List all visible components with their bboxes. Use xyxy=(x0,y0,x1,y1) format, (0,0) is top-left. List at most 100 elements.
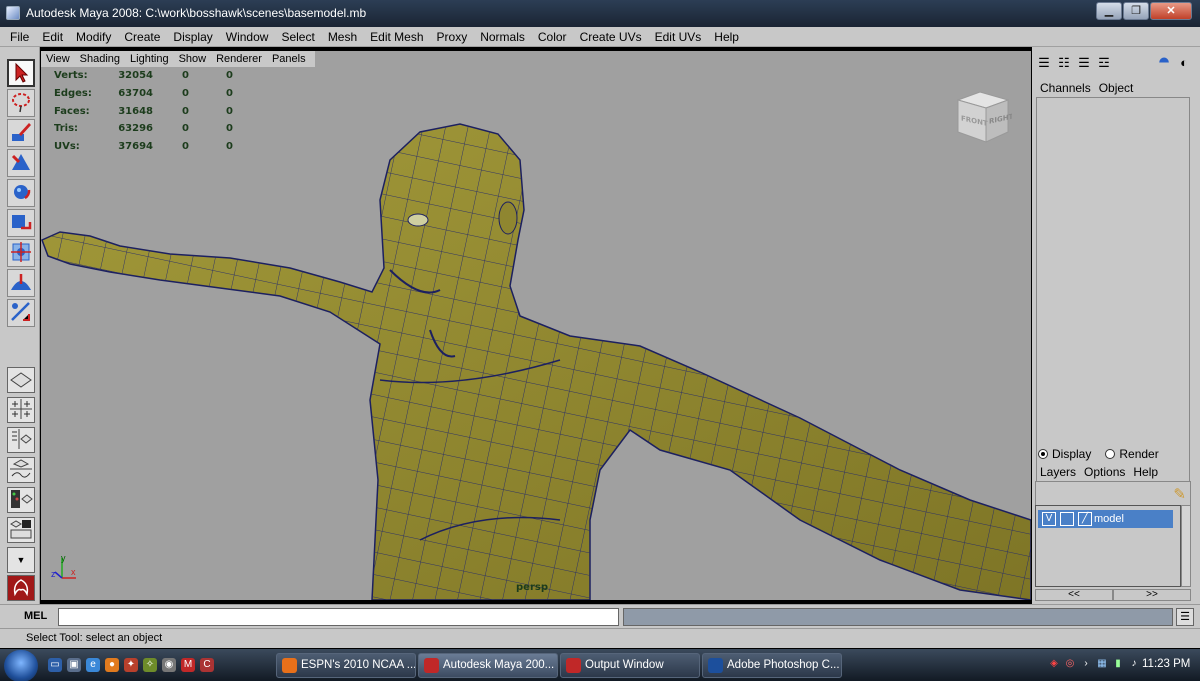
firefox-quicklaunch-icon[interactable]: ● xyxy=(105,658,119,672)
soft-modification-tool-icon[interactable] xyxy=(7,269,35,297)
show-manipulator-icon[interactable] xyxy=(7,299,35,327)
menu-window[interactable]: Window xyxy=(220,30,276,44)
command-input[interactable] xyxy=(58,608,619,626)
show-desktop-icon[interactable]: ▭ xyxy=(48,658,62,672)
channel-box-layout-icon[interactable]: ☰ xyxy=(1036,55,1052,71)
layer-list-scrollbar[interactable] xyxy=(1181,505,1191,587)
scroll-right-button[interactable]: >> xyxy=(1113,589,1191,601)
hypershade-layout-icon[interactable] xyxy=(7,487,35,513)
axis-z-label: z xyxy=(51,569,56,579)
layer-type-toggle[interactable] xyxy=(1060,512,1074,526)
toolbox: ▼ xyxy=(0,47,40,604)
maximize-button[interactable]: ❐ xyxy=(1123,2,1149,20)
menu-modify[interactable]: Modify xyxy=(70,30,118,44)
universal-manipulator-icon[interactable] xyxy=(7,239,35,267)
menu-help[interactable]: Help xyxy=(708,30,746,44)
menu-edit-uvs[interactable]: Edit UVs xyxy=(649,30,709,44)
panel-menu-view[interactable]: View xyxy=(41,51,75,67)
render-icon[interactable]: ◐ xyxy=(1176,55,1192,71)
menu-proxy[interactable]: Proxy xyxy=(431,30,475,44)
switch-windows-icon[interactable]: ▣ xyxy=(67,658,81,672)
panel-menu-show[interactable]: Show xyxy=(174,51,212,67)
tool-settings-layout-icon[interactable]: ☰ xyxy=(1076,55,1092,71)
panel-menu-lighting[interactable]: Lighting xyxy=(125,51,174,67)
minimize-button[interactable]: ▁ xyxy=(1096,2,1122,20)
task-photoshop[interactable]: Adobe Photoshop C... xyxy=(702,653,842,678)
close-button[interactable]: ✕ xyxy=(1150,2,1192,20)
menu-file[interactable]: File xyxy=(4,30,36,44)
help-line-bar: Select Tool: select an object xyxy=(0,628,1200,648)
disc-icon[interactable]: ◉ xyxy=(162,658,176,672)
tray-status-icon[interactable]: ▮ xyxy=(1112,657,1124,671)
lasso-tool-icon[interactable] xyxy=(7,89,35,117)
ccleaner-icon[interactable]: C xyxy=(200,658,214,672)
quick-launch: ▭ ▣ e ● ✦ ✧ ◉ M C xyxy=(48,658,214,672)
panel-menu-renderer[interactable]: Renderer xyxy=(211,51,267,67)
scale-tool-icon[interactable] xyxy=(7,209,35,237)
taskbar-clock[interactable]: 11:23 PM xyxy=(1142,658,1190,670)
menu-mesh[interactable]: Mesh xyxy=(322,30,364,44)
window-title: Autodesk Maya 2008: C:\work\bosshawk\sce… xyxy=(26,6,367,20)
maya-quicklaunch-icon[interactable]: M xyxy=(181,658,195,672)
network-icon[interactable]: ▦ xyxy=(1096,657,1108,671)
tool-arrow-icon[interactable]: ➚ xyxy=(1196,55,1200,71)
task-firefox[interactable]: ESPN's 2010 NCAA ... xyxy=(276,653,416,678)
menu-create-uvs[interactable]: Create UVs xyxy=(574,30,649,44)
render-radio[interactable]: Render xyxy=(1105,447,1159,461)
layer-mode-selector: Display Render xyxy=(1038,447,1159,461)
viewcube-icon[interactable]: FRONT RIGHT xyxy=(950,86,1013,151)
channel-box-area[interactable] xyxy=(1036,97,1190,483)
layer-editor-layout-icon[interactable]: ☲ xyxy=(1096,55,1112,71)
panel-menu-panels[interactable]: Panels xyxy=(267,51,311,67)
task-maya[interactable]: Autodesk Maya 200... xyxy=(418,653,558,678)
volume-icon[interactable]: ♪ xyxy=(1128,657,1140,671)
menu-edit[interactable]: Edit xyxy=(36,30,70,44)
layer-menu-layers[interactable]: Layers xyxy=(1040,465,1076,479)
tray-arrow-icon[interactable]: › xyxy=(1080,657,1092,671)
channel-box-layer-editor: ☰ ☷ ☰ ☲ ⯊ ◐ ➚ Channels Object Display Re… xyxy=(1032,47,1200,604)
menu-color[interactable]: Color xyxy=(532,30,574,44)
main-menu-bar: File Edit Modify Create Display Window S… xyxy=(0,27,1200,47)
tray-app-icon[interactable]: ◎ xyxy=(1064,657,1076,671)
rotate-tool-icon[interactable] xyxy=(7,179,35,207)
windows-taskbar: ▭ ▣ e ● ✦ ✧ ◉ M C ESPN's 2010 NCAA ... A… xyxy=(0,649,1200,681)
four-pane-layout-icon[interactable] xyxy=(7,397,35,423)
new-layer-icon[interactable]: ✎ xyxy=(1173,485,1186,503)
antivirus-tray-icon[interactable]: ◈ xyxy=(1048,657,1060,671)
menu-display[interactable]: Display xyxy=(167,30,219,44)
menu-select[interactable]: Select xyxy=(275,30,321,44)
layer-row-model[interactable]: V ╱ model xyxy=(1038,510,1173,528)
persp-outliner-layout-icon[interactable] xyxy=(7,517,35,543)
task-output-window[interactable]: Output Window xyxy=(560,653,700,678)
display-radio[interactable]: Display xyxy=(1038,447,1091,461)
tab-object[interactable]: Object xyxy=(1099,81,1134,95)
menu-edit-mesh[interactable]: Edit Mesh xyxy=(364,30,430,44)
snap-icon[interactable]: ⯊ xyxy=(1156,55,1172,71)
media-icon[interactable]: ✦ xyxy=(124,658,138,672)
panel-menu-shading[interactable]: Shading xyxy=(75,51,125,67)
internet-explorer-icon[interactable]: e xyxy=(86,658,100,672)
scroll-left-button[interactable]: << xyxy=(1035,589,1113,601)
outliner-persp-layout-icon[interactable] xyxy=(7,427,35,453)
menu-normals[interactable]: Normals xyxy=(474,30,532,44)
tab-channels[interactable]: Channels xyxy=(1040,81,1091,95)
menu-create[interactable]: Create xyxy=(118,30,167,44)
mel-label[interactable]: MEL xyxy=(24,610,47,622)
start-button-icon[interactable] xyxy=(4,650,38,681)
hud-row-edges: Edges: 63704 0 0 xyxy=(54,88,233,100)
layout-options-dropdown-icon[interactable]: ▼ xyxy=(7,547,35,573)
layer-visibility-toggle[interactable]: V xyxy=(1042,512,1056,526)
single-pane-layout-icon[interactable] xyxy=(7,367,35,393)
select-tool-icon[interactable] xyxy=(7,59,35,87)
attribute-editor-layout-icon[interactable]: ☷ xyxy=(1056,55,1072,71)
persp-graph-layout-icon[interactable] xyxy=(7,457,35,483)
move-tool-icon[interactable] xyxy=(7,149,35,177)
layer-color-swatch[interactable]: ╱ xyxy=(1078,512,1092,526)
hud-row-tris: Tris: 63296 0 0 xyxy=(54,123,233,135)
script-editor-icon[interactable]: ☰ xyxy=(1176,608,1194,626)
help-line: Select Tool: select an object xyxy=(26,632,163,644)
paint-select-tool-icon[interactable] xyxy=(7,119,35,147)
layer-menu-options[interactable]: Options xyxy=(1084,465,1125,479)
app-quicklaunch-icon[interactable]: ✧ xyxy=(143,658,157,672)
layer-menu-help[interactable]: Help xyxy=(1133,465,1158,479)
